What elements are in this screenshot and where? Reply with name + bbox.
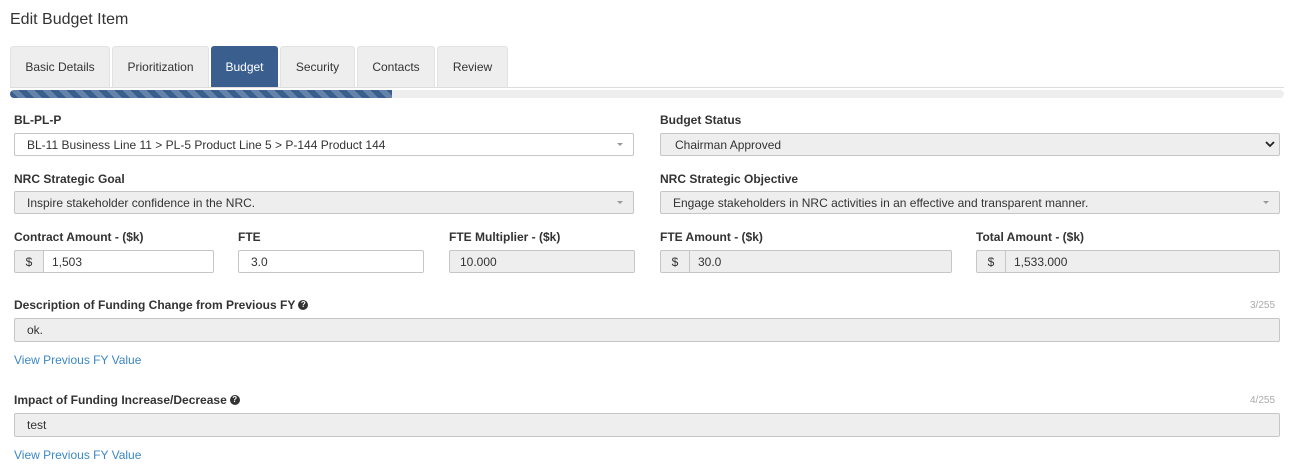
budget-status-value: Chairman Approved (675, 137, 782, 152)
funding-impact-textarea[interactable]: test (14, 413, 1280, 437)
strategic-objective-select[interactable]: Engage stakeholders in NRC activities in… (660, 191, 1280, 214)
caret-down-icon (617, 201, 623, 204)
funding-impact-label: Impact of Funding Increase/Decrease? (14, 393, 240, 407)
page-title: Edit Budget Item (10, 11, 129, 28)
char-counter: 3/255 (1250, 300, 1276, 311)
budget-status-select[interactable]: Chairman Approved (660, 133, 1280, 156)
funding-impact-label-text: Impact of Funding Increase/Decrease (14, 393, 227, 407)
tab-divider (10, 87, 1284, 88)
contract-amount-label: Contract Amount - ($k) (14, 230, 144, 244)
char-counter: 4/255 (1250, 395, 1276, 406)
chevron-down-icon (1265, 141, 1275, 148)
bl-pl-p-value: BL-11 Business Line 11 > PL-5 Product Li… (27, 137, 386, 152)
view-previous-fy-link[interactable]: View Previous FY Value (14, 448, 141, 462)
question-circle-icon[interactable]: ? (229, 395, 240, 405)
funding-change-label-text: Description of Funding Change from Previ… (14, 298, 296, 312)
fte-label: FTE (238, 230, 261, 244)
contract-amount-group: $ 1,503 (14, 250, 214, 273)
caret-down-icon (1263, 201, 1269, 204)
progress-bar-fill (10, 90, 393, 98)
tab-prioritization[interactable]: Prioritization (112, 46, 209, 87)
total-amount-input[interactable]: 1,533.000 (1005, 250, 1280, 273)
total-amount-group: $ 1,533.000 (976, 250, 1280, 273)
tab-bar: Basic Details Prioritization Budget Secu… (10, 46, 510, 87)
caret-down-icon (617, 143, 623, 146)
strategic-objective-label: NRC Strategic Objective (660, 172, 799, 186)
funding-change-label: Description of Funding Change from Previ… (14, 298, 309, 312)
strategic-goal-value: Inspire stakeholder confidence in the NR… (27, 195, 256, 210)
fte-amount-group: $ 30.0 (660, 250, 952, 273)
bl-pl-p-select[interactable]: BL-11 Business Line 11 > PL-5 Product Li… (14, 133, 634, 156)
strategic-goal-select[interactable]: Inspire stakeholder confidence in the NR… (14, 191, 634, 214)
question-circle-icon[interactable]: ? (298, 300, 309, 310)
fte-amount-label: FTE Amount - ($k) (660, 230, 763, 244)
fte-multiplier-input[interactable]: 10.000 (449, 250, 635, 273)
dollar-prefix: $ (14, 250, 43, 273)
budget-status-label: Budget Status (660, 113, 742, 127)
fte-input[interactable]: 3.0 (238, 250, 424, 273)
strategic-goal-label: NRC Strategic Goal (14, 172, 125, 186)
view-previous-fy-link[interactable]: View Previous FY Value (14, 353, 141, 367)
strategic-objective-value: Engage stakeholders in NRC activities in… (673, 195, 1089, 210)
tab-basic-details[interactable]: Basic Details (10, 46, 110, 87)
total-amount-label: Total Amount - ($k) (976, 230, 1084, 244)
fte-amount-input[interactable]: 30.0 (689, 250, 952, 273)
fte-multiplier-label: FTE Multiplier - ($k) (449, 230, 561, 244)
tab-budget[interactable]: Budget (211, 46, 278, 87)
tab-review[interactable]: Review (437, 46, 508, 87)
contract-amount-input[interactable]: 1,503 (43, 250, 214, 273)
tab-security[interactable]: Security (280, 46, 355, 87)
bl-pl-p-label: BL-PL-P (14, 113, 62, 127)
funding-change-textarea[interactable]: ok. (14, 318, 1280, 342)
dollar-prefix: $ (660, 250, 689, 273)
tab-contacts[interactable]: Contacts (357, 46, 435, 87)
progress-bar (10, 90, 1284, 98)
dollar-prefix: $ (976, 250, 1005, 273)
